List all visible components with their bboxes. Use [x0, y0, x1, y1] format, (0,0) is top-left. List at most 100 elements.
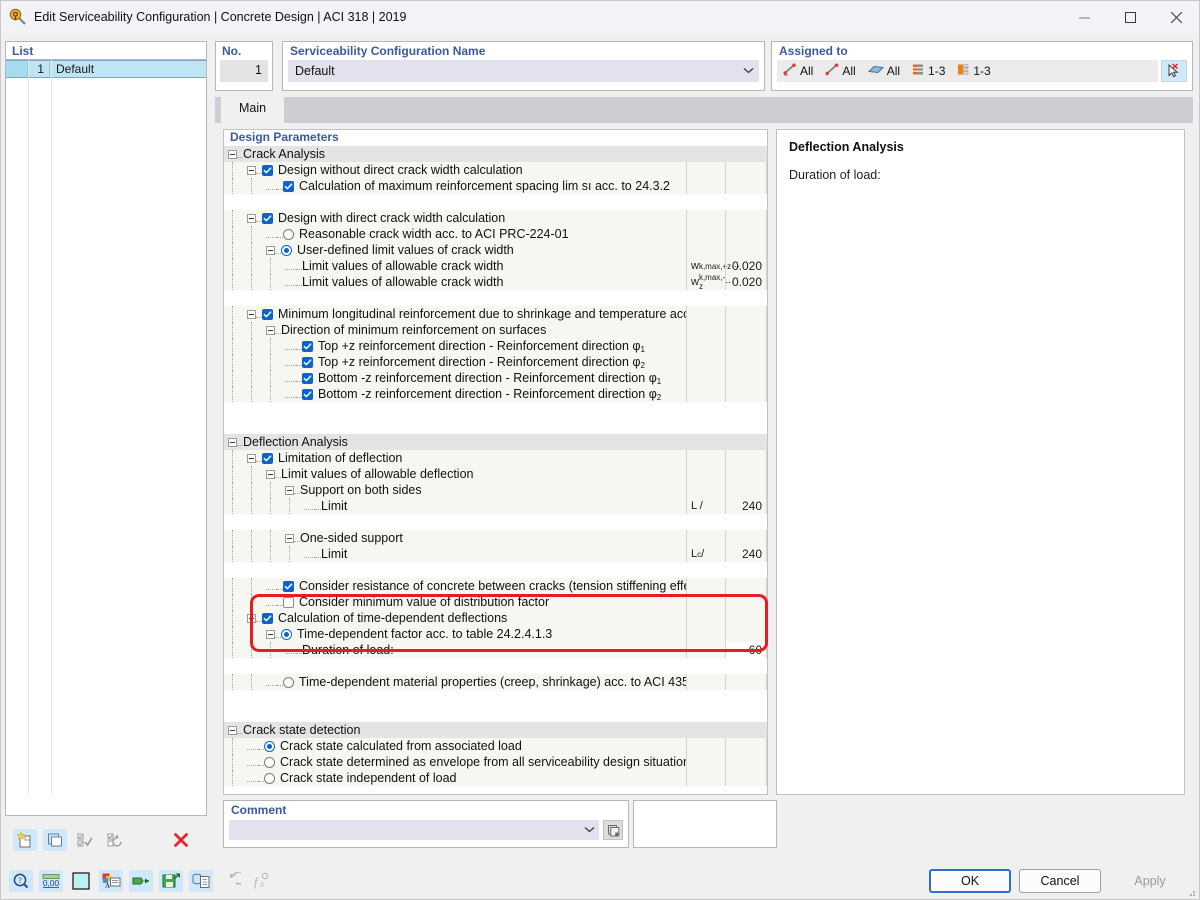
name-combobox[interactable]: Default [288, 60, 759, 82]
grid-unit-cell[interactable]: -- [766, 498, 768, 514]
assigned-chip-nodal-supports[interactable]: 1-3 [912, 63, 945, 79]
checkbox[interactable] [283, 581, 294, 592]
grid-row[interactable]: Time-dependent material properties (cree… [224, 674, 767, 690]
assigned-chip-members[interactable]: All [783, 63, 813, 79]
grid-unit-cell[interactable]: -- [766, 546, 768, 562]
radio-button[interactable] [264, 757, 275, 768]
grid-row[interactable]: Duration of load:60mon… [224, 642, 767, 658]
grid-value-input[interactable]: 60 [725, 642, 766, 658]
clipboard-button[interactable] [189, 870, 213, 892]
new-configuration-button[interactable] [13, 829, 37, 851]
import-button[interactable] [129, 870, 153, 892]
grid-row[interactable]: Limitation of deflection [224, 450, 767, 466]
grid-unit-cell[interactable]: in [766, 274, 768, 290]
checkbox[interactable] [302, 341, 313, 352]
collapse-expander-icon[interactable] [247, 614, 256, 623]
grid-row[interactable]: Limit values of allowable crack widthwk,… [224, 274, 767, 290]
copy-configuration-button[interactable] [43, 829, 67, 851]
color-swatch-button[interactable] [69, 870, 93, 892]
grid-row[interactable]: LimitL /240-- [224, 498, 767, 514]
grid-unit-cell[interactable]: in [766, 258, 768, 274]
grid-row[interactable]: Design with direct crack width calculati… [224, 210, 767, 226]
export-button[interactable] [159, 870, 183, 892]
grid-row[interactable]: Calculation of time-dependent deflection… [224, 610, 767, 626]
grid-row[interactable]: Bottom -z reinforcement direction - Rein… [224, 370, 767, 386]
formula-button[interactable]: fx [249, 870, 273, 892]
grid-row[interactable]: Calculation of maximum reinforcement spa… [224, 178, 767, 194]
grid-value-cell[interactable]: 0.020 [725, 274, 766, 290]
undo-button[interactable] [219, 870, 243, 892]
list-item[interactable]: 1 Default [6, 60, 206, 78]
grid-row[interactable]: Consider resistance of concrete between … [224, 578, 767, 594]
ok-button[interactable]: OK [929, 869, 1011, 893]
grid-row[interactable]: Limit values of allowable crack widthwk,… [224, 258, 767, 274]
grid-row[interactable]: Design without direct crack width calcul… [224, 162, 767, 178]
checkbox[interactable] [302, 389, 313, 400]
radio-button[interactable] [281, 245, 292, 256]
collapse-expander-icon[interactable] [228, 150, 237, 159]
assigned-chip-member-supports[interactable]: 1-3 [957, 63, 990, 79]
display-properties-button[interactable]: A [99, 870, 123, 892]
collapse-expander-icon[interactable] [228, 726, 237, 735]
radio-button[interactable] [264, 773, 275, 784]
close-button[interactable] [1153, 1, 1199, 33]
checkbox[interactable] [262, 613, 273, 624]
collapse-expander-icon[interactable] [285, 486, 294, 495]
checkbox[interactable] [283, 597, 294, 608]
checkbox[interactable] [302, 373, 313, 384]
grid-row[interactable]: Crack state determined as envelope from … [224, 754, 767, 770]
grid-row[interactable]: Minimum longitudinal reinforcement due t… [224, 306, 767, 322]
help-button[interactable]: ? [9, 870, 33, 892]
minimize-button[interactable] [1061, 1, 1107, 33]
resize-grip[interactable] [1186, 887, 1196, 897]
grid-row[interactable]: Reasonable crack width acc. to ACI PRC-2… [224, 226, 767, 242]
comment-copy-button[interactable] [603, 820, 623, 840]
number-format-button[interactable]: 0,00 [39, 870, 63, 892]
collapse-expander-icon[interactable] [266, 630, 275, 639]
grid-row[interactable]: Bottom -z reinforcement direction - Rein… [224, 386, 767, 402]
grid-value-cell[interactable]: 240 [725, 546, 766, 562]
checkbox[interactable] [262, 309, 273, 320]
reset-selection-button[interactable] [103, 829, 127, 851]
assigned-chip-surfaces[interactable]: All [868, 63, 900, 79]
assigned-chip-lines[interactable]: All [825, 63, 855, 79]
grid-row[interactable]: Top +z reinforcement direction - Reinfor… [224, 338, 767, 354]
radio-button[interactable] [281, 629, 292, 640]
delete-configuration-button[interactable] [169, 829, 193, 851]
radio-button[interactable] [283, 677, 294, 688]
grid-row[interactable]: Crack state independent of load [224, 770, 767, 786]
grid-unit-cell[interactable]: mon… [766, 642, 768, 658]
collapse-expander-icon[interactable] [247, 166, 256, 175]
radio-button[interactable] [283, 229, 294, 240]
collapse-expander-icon[interactable] [247, 214, 256, 223]
checkbox[interactable] [262, 165, 273, 176]
grid-row[interactable]: Time-dependent factor acc. to table 24.2… [224, 626, 767, 642]
chevron-down-icon[interactable] [737, 66, 759, 77]
maximize-button[interactable] [1107, 1, 1153, 33]
collapse-expander-icon[interactable] [266, 326, 275, 335]
collapse-expander-icon[interactable] [247, 454, 256, 463]
grid-row[interactable]: User-defined limit values of crack width [224, 242, 767, 258]
radio-button[interactable] [264, 741, 275, 752]
select-all-button[interactable] [73, 829, 97, 851]
cancel-button[interactable]: Cancel [1019, 869, 1101, 893]
comment-input[interactable] [229, 820, 599, 840]
grid-value-cell[interactable]: 0.020 [725, 258, 766, 274]
collapse-expander-icon[interactable] [247, 310, 256, 319]
collapse-expander-icon[interactable] [266, 470, 275, 479]
checkbox[interactable] [302, 357, 313, 368]
tab-main[interactable]: Main [221, 97, 284, 123]
assigned-to-field[interactable]: All All All [777, 60, 1158, 82]
grid-row[interactable]: Crack state calculated from associated l… [224, 738, 767, 754]
collapse-expander-icon[interactable] [228, 438, 237, 447]
select-objects-button[interactable] [1161, 60, 1187, 82]
collapse-expander-icon[interactable] [285, 534, 294, 543]
collapse-expander-icon[interactable] [266, 246, 275, 255]
grid-row[interactable]: Consider minimum value of distribution f… [224, 594, 767, 610]
chevron-down-icon[interactable] [579, 825, 599, 836]
grid-row[interactable]: LimitLc /240-- [224, 546, 767, 562]
checkbox[interactable] [262, 453, 273, 464]
grid-row[interactable]: Top +z reinforcement direction - Reinfor… [224, 354, 767, 370]
checkbox[interactable] [283, 181, 294, 192]
checkbox[interactable] [262, 213, 273, 224]
